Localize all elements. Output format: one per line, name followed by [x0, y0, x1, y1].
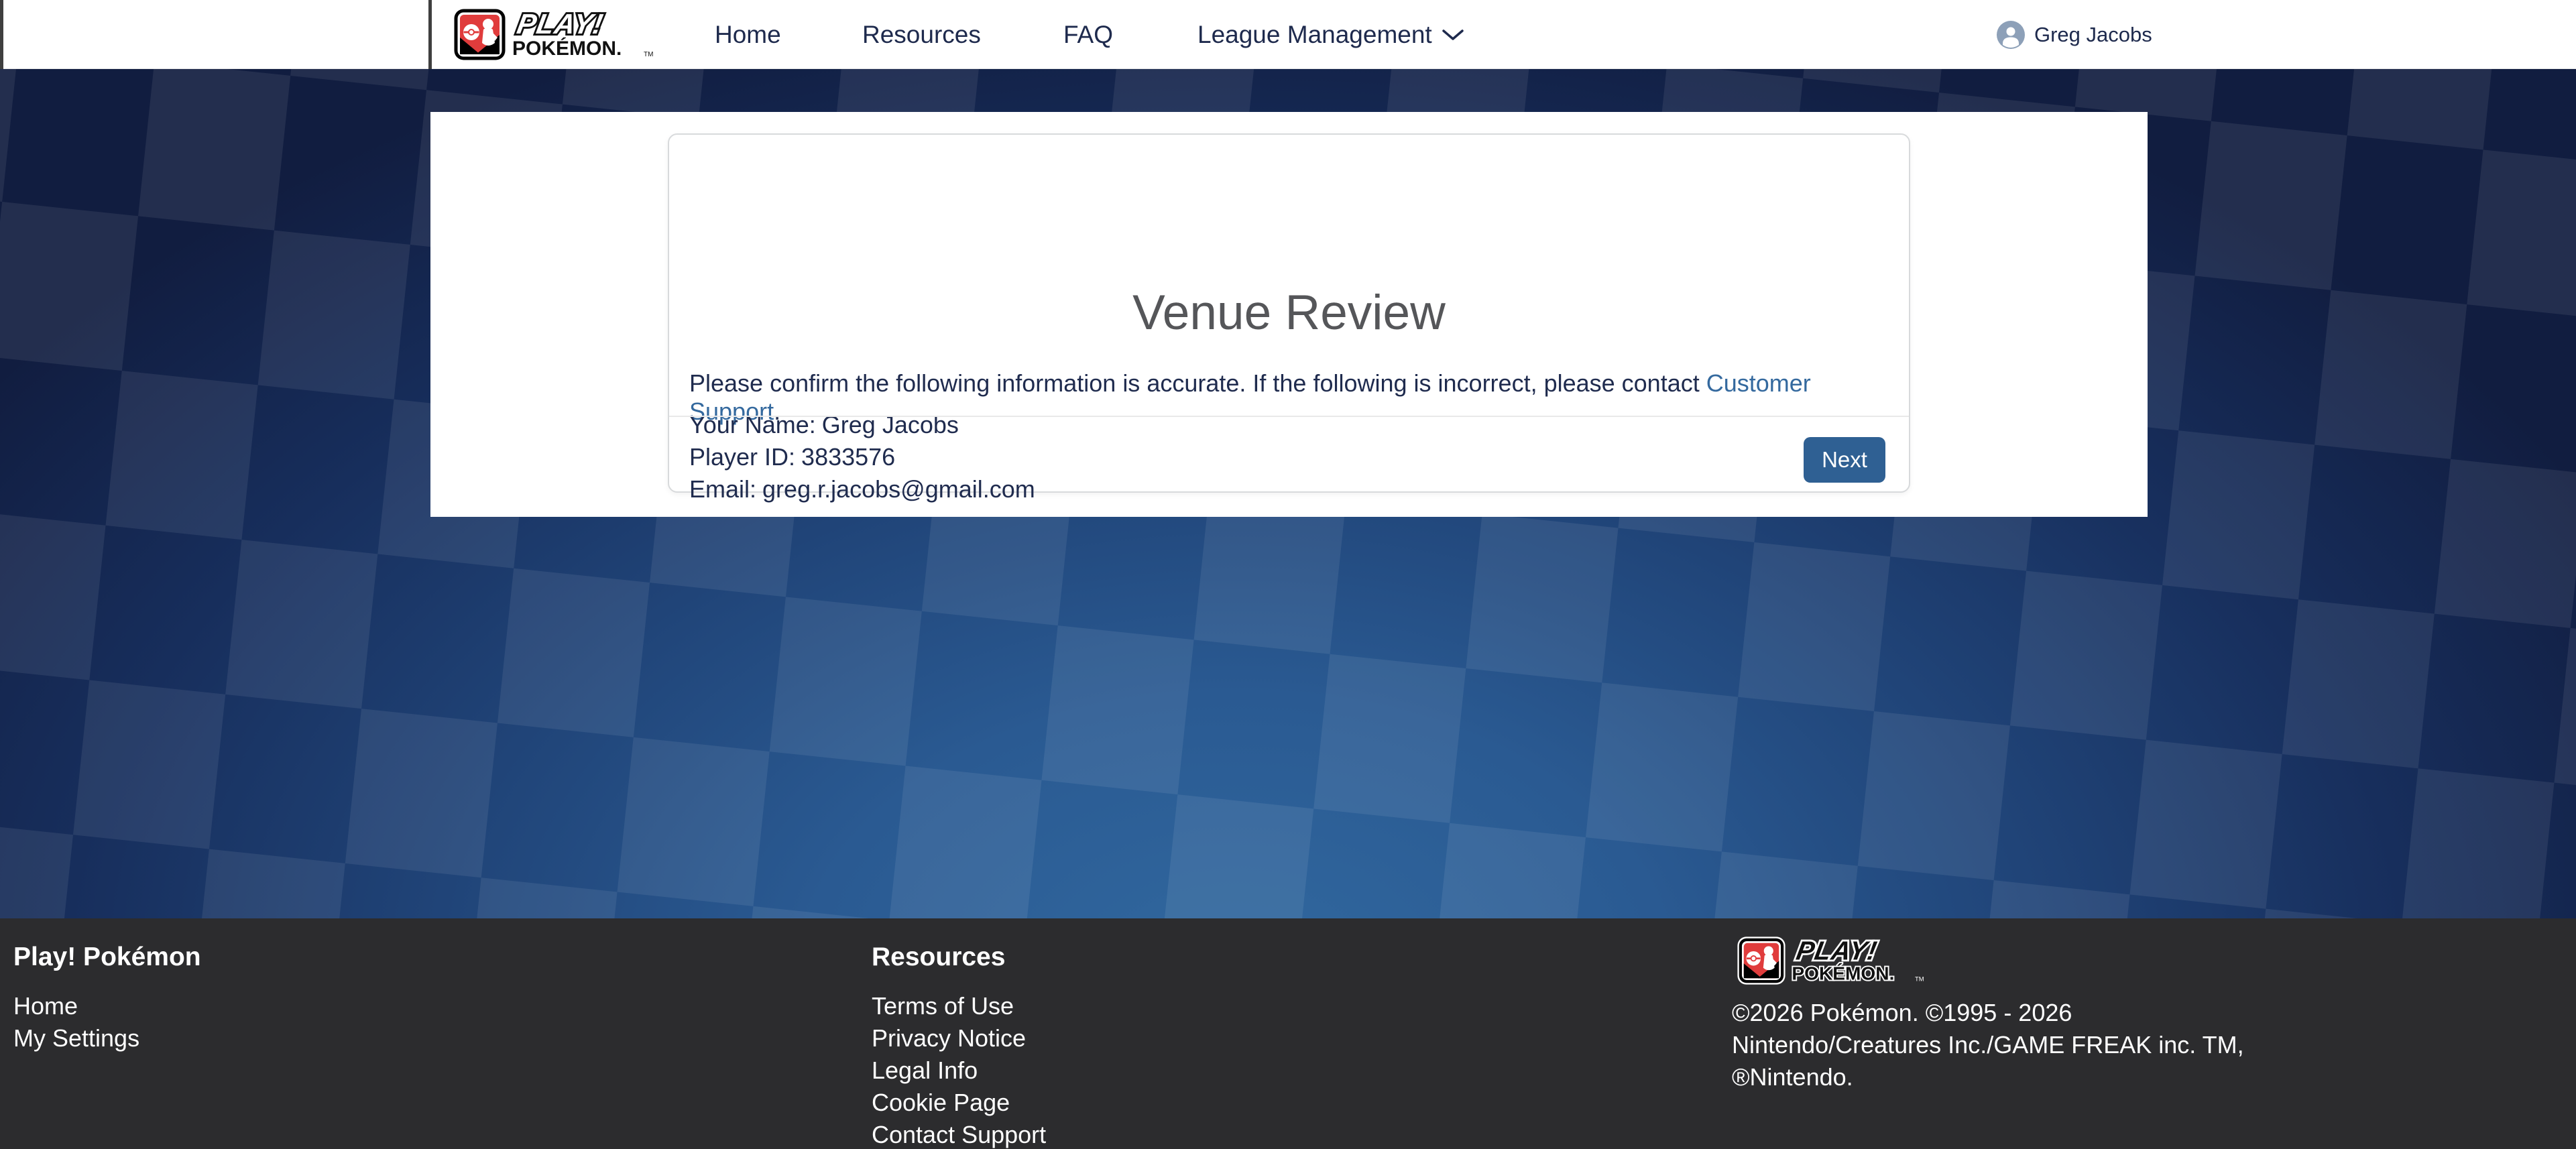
- footer-play-pokemon-logo-art: PLAY! POKÉMON. TM: [1732, 936, 1930, 985]
- page-footer: Play! Pokémon Home My Settings Resources…: [0, 918, 2576, 1149]
- top-navigation-bar: PLAY! POKÉMON. TM Home Resources FAQ Lea…: [0, 0, 2576, 69]
- card-footer-divider: [669, 416, 1909, 417]
- svg-text:POKÉMON.: POKÉMON.: [1792, 963, 1894, 984]
- player-info-list: Your Name:Greg Jacobs Player ID:3833576 …: [689, 409, 1035, 505]
- copyright-text: ©2026 Pokémon. ©1995 - 2026 Nintendo/Cre…: [1732, 997, 2244, 1093]
- footer-link-my-settings[interactable]: My Settings: [13, 1022, 139, 1054]
- footer-link-contact-support[interactable]: Contact Support: [872, 1119, 1046, 1149]
- svg-text:POKÉMON.: POKÉMON.: [512, 37, 622, 60]
- footer-link-home[interactable]: Home: [13, 990, 139, 1022]
- footer-link-terms-of-use[interactable]: Terms of Use: [872, 990, 1046, 1022]
- nav-item-league-management[interactable]: League Management: [1197, 0, 1464, 69]
- footer-brand-heading: Play! Pokémon: [13, 943, 201, 972]
- field-email: Email:greg.r.jacobs@gmail.com: [689, 473, 1035, 505]
- copyright-line-1: ©2026 Pokémon. ©1995 - 2026: [1732, 997, 2244, 1029]
- nav-item-resources[interactable]: Resources: [862, 0, 981, 69]
- play-pokemon-logo-art: PLAY! POKÉMON. TM: [453, 8, 654, 61]
- footer-link-privacy-notice[interactable]: Privacy Notice: [872, 1022, 1046, 1054]
- play-pokemon-logo[interactable]: PLAY! POKÉMON. TM: [453, 8, 654, 61]
- nav-item-faq[interactable]: FAQ: [1063, 0, 1113, 69]
- user-account-menu[interactable]: Greg Jacobs: [1997, 0, 2152, 69]
- venue-review-card: Venue Review Please confirm the followin…: [668, 133, 1910, 493]
- copyright-line-2: Nintendo/Creatures Inc./GAME FREAK inc. …: [1732, 1029, 2244, 1061]
- field-email-value: greg.r.jacobs@gmail.com: [762, 475, 1035, 503]
- chevron-down-icon: [1442, 28, 1464, 42]
- svg-text:PLAY!: PLAY!: [515, 8, 606, 40]
- nav-item-home[interactable]: Home: [715, 0, 781, 69]
- user-name: Greg Jacobs: [2034, 23, 2152, 47]
- user-avatar-icon: [1997, 21, 2025, 49]
- next-button[interactable]: Next: [1804, 437, 1885, 483]
- footer-resources-heading: Resources: [872, 943, 1005, 972]
- field-player-id-label: Player ID:: [689, 443, 795, 471]
- field-your-name: Your Name:Greg Jacobs: [689, 409, 1035, 441]
- svg-text:TM: TM: [1915, 975, 1924, 982]
- footer-link-cookie-page[interactable]: Cookie Page: [872, 1087, 1046, 1119]
- field-email-label: Email:: [689, 475, 756, 503]
- page-title: Venue Review: [669, 285, 1909, 341]
- field-player-id: Player ID:3833576: [689, 441, 1035, 473]
- footer-play-pokemon-logo: PLAY! POKÉMON. TM: [1732, 936, 1930, 989]
- svg-text:TM: TM: [644, 51, 653, 58]
- confirmation-text-before: Please confirm the following information…: [689, 369, 1706, 397]
- svg-text:PLAY!: PLAY!: [1794, 936, 1879, 966]
- window-edge-line: [0, 0, 3, 69]
- copyright-line-3: ®Nintendo.: [1732, 1061, 2244, 1093]
- field-player-id-value: 3833576: [801, 443, 895, 471]
- frame-edge-line: [428, 0, 432, 69]
- page: PLAY! POKÉMON. TM Home Resources FAQ Lea…: [0, 0, 2576, 1149]
- footer-link-legal-info[interactable]: Legal Info: [872, 1054, 1046, 1087]
- nav-item-league-management-label: League Management: [1197, 21, 1432, 49]
